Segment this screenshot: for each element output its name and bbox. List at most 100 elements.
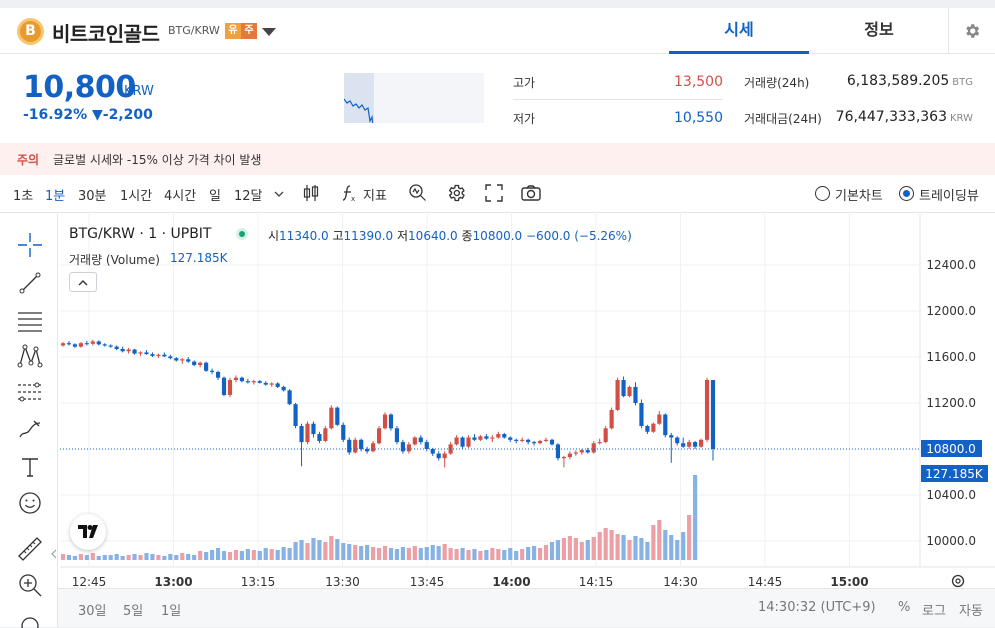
- volume-bar: [269, 549, 274, 560]
- high-value-legend: 11390.0: [343, 229, 394, 243]
- candle-body: [305, 423, 310, 443]
- interval-1s[interactable]: 1초: [13, 185, 33, 204]
- volume-bar: [132, 554, 137, 560]
- axis-settings-icon[interactable]: [951, 574, 965, 588]
- clock[interactable]: 14:30:32 (UTC+9): [758, 600, 876, 615]
- candle-body: [698, 439, 704, 447]
- volume-bar: [400, 547, 405, 560]
- volume-bar: [150, 554, 155, 560]
- range-30d[interactable]: 30일: [78, 600, 107, 619]
- interval-12m[interactable]: 12달: [234, 185, 263, 204]
- volume-number: 6,183,589.205: [846, 73, 950, 89]
- volume-bar: [287, 548, 292, 560]
- volume-bar: [555, 540, 561, 560]
- volume-bar: [275, 550, 280, 560]
- camera-icon[interactable]: [520, 183, 542, 203]
- interval-4h[interactable]: 4시간: [164, 185, 196, 204]
- high-label: 고가: [513, 76, 536, 90]
- amount-value: 76,447,333,363 KRW: [830, 109, 973, 125]
- candle-body: [591, 443, 596, 453]
- coin-name[interactable]: 비트코인골드: [52, 18, 160, 47]
- scroll-left-icon[interactable]: [51, 549, 57, 559]
- volume-bar: [454, 549, 459, 560]
- price-warning-banner: 주의 글로벌 시세와 -15% 이상 가격 차이 발생: [0, 143, 995, 175]
- volume-label: 거래량(24h): [744, 76, 810, 90]
- time-tick-label: 13:30: [325, 575, 360, 588]
- candle-body: [460, 437, 465, 447]
- fullscreen-icon[interactable]: [484, 183, 504, 203]
- log-toggle[interactable]: 로그: [922, 600, 946, 619]
- price-tick-label: 10400.0: [926, 488, 976, 502]
- settings-button[interactable]: [948, 8, 995, 54]
- trading-view-radio[interactable]: [899, 186, 914, 201]
- time-tick-label: 12:45: [72, 575, 107, 588]
- change-percent: -16.92%: [23, 107, 88, 123]
- trading-view-label[interactable]: 트레이딩뷰: [919, 185, 979, 204]
- candle-body: [126, 349, 131, 352]
- candle-type-icon[interactable]: [302, 183, 320, 203]
- volume-bar: [323, 542, 328, 560]
- candle-body: [102, 344, 107, 346]
- candle-body: [627, 386, 632, 397]
- volume-bar: [609, 530, 614, 560]
- interval-30m[interactable]: 30분: [78, 185, 107, 204]
- candle-body: [275, 383, 280, 387]
- candle-body: [681, 443, 686, 447]
- volume-bar: [209, 550, 215, 560]
- interval-1m[interactable]: 1분: [45, 185, 65, 204]
- percent-toggle[interactable]: %: [898, 600, 910, 615]
- chevron-down-icon[interactable]: [274, 190, 284, 198]
- volume-bar: [579, 542, 584, 560]
- volume-bar: [687, 515, 692, 560]
- volume-bar: [186, 554, 191, 560]
- volume-bar: [66, 555, 72, 560]
- candle-body: [585, 450, 590, 453]
- time-tick-label: 14:45: [748, 575, 783, 588]
- interval-1h[interactable]: 1시간: [120, 185, 152, 204]
- tab-info[interactable]: 정보: [809, 8, 949, 54]
- volume-bar: [514, 551, 519, 560]
- svg-text:x: x: [351, 195, 355, 203]
- volume-bar: [156, 555, 161, 560]
- volume-bar: [466, 550, 471, 560]
- tab-price[interactable]: 시세: [669, 8, 809, 54]
- magnet-icon[interactable]: [17, 614, 43, 628]
- time-axis[interactable]: 12:45 13:00 13:15 13:30 13:45 14:00 14:15 14:30…: [72, 575, 869, 588]
- chevron-down-icon[interactable]: [262, 28, 276, 36]
- candle-body: [251, 381, 256, 383]
- live-dot: [239, 231, 245, 237]
- range-1d[interactable]: 1일: [161, 600, 181, 619]
- volume-bar: [192, 555, 197, 560]
- basic-chart-radio[interactable]: [815, 186, 830, 201]
- settings-gear-icon[interactable]: [446, 183, 466, 203]
- price-chart[interactable]: 12400.0 12000.0 11600.0 11200.0 10400.0 10000…: [0, 214, 995, 588]
- volume-bar: [120, 556, 125, 560]
- candle-body: [526, 439, 531, 443]
- volume-bar: [639, 538, 644, 560]
- price-axis[interactable]: 12400.0 12000.0 11600.0 11200.0 10400.0 10000…: [926, 258, 976, 548]
- indicators-button[interactable]: 지표: [363, 185, 387, 204]
- candle-body: [675, 437, 680, 444]
- interval-day[interactable]: 일: [209, 185, 221, 204]
- volume-bar: [436, 546, 441, 560]
- range-5d[interactable]: 5일: [123, 600, 143, 619]
- current-price: 10,800: [23, 70, 136, 105]
- volume-bar: [615, 534, 620, 560]
- collapse-legend-button[interactable]: [69, 272, 97, 292]
- chart-bottom-bar: 30일 5일 1일 14:30:32 (UTC+9) % 로그 자동: [58, 588, 995, 627]
- low-value-legend: 10640.0: [408, 229, 458, 243]
- tradingview-logo[interactable]: [70, 514, 106, 550]
- candle-body: [335, 407, 340, 425]
- volume-bar: [305, 543, 310, 560]
- basic-chart-label[interactable]: 기본차트: [835, 185, 883, 204]
- auto-toggle[interactable]: 자동: [959, 600, 983, 619]
- volume-bar: [84, 555, 89, 560]
- volume-bar: [168, 554, 173, 560]
- function-icon[interactable]: x: [340, 183, 358, 203]
- candle-body: [472, 437, 477, 440]
- price-tick-label: 12400.0: [926, 258, 976, 272]
- compare-icon[interactable]: [408, 183, 428, 203]
- candle-body: [144, 352, 149, 355]
- candle-body: [561, 457, 567, 459]
- time-tick-label: 13:00: [154, 575, 192, 588]
